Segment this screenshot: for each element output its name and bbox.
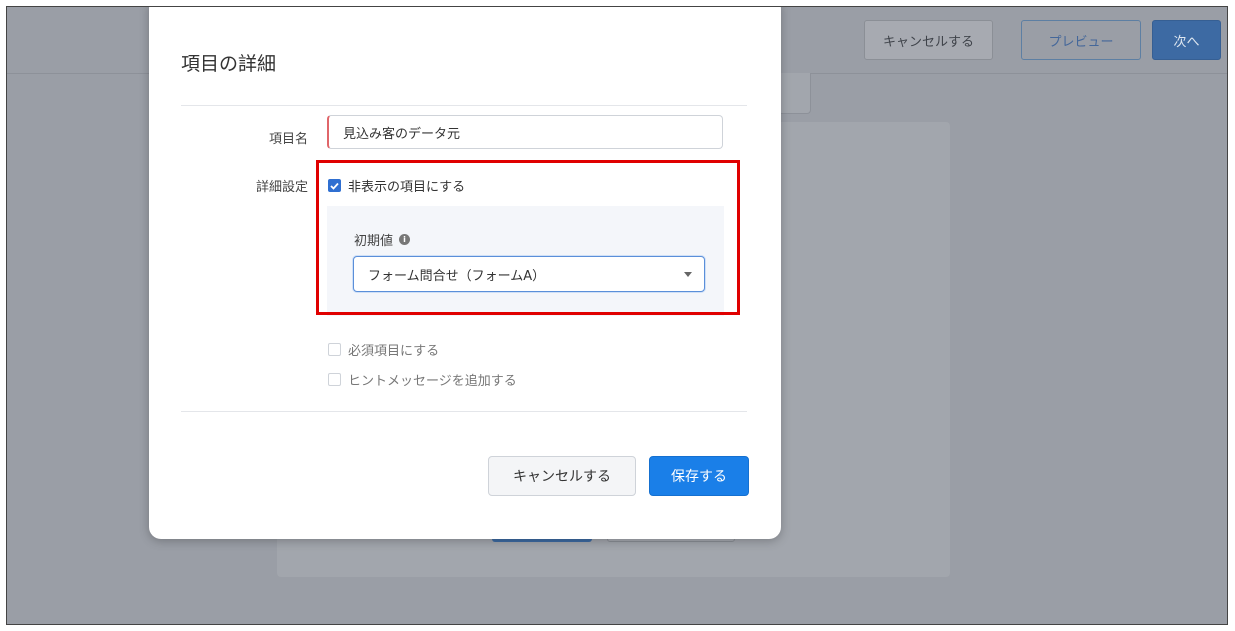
field-detail-modal: 項目の詳細 項目名 見込み客のデータ元 詳細設定 非表示の項目にする 初期値 i xyxy=(149,7,781,539)
required-field-checkbox[interactable] xyxy=(328,343,341,356)
initial-value-selected: フォーム問合せ（フォームA） xyxy=(368,268,546,284)
initial-value-panel: 初期値 i フォーム問合せ（フォームA） xyxy=(327,206,724,316)
hint-message-checkbox[interactable] xyxy=(328,373,341,386)
required-field-label: 必須項目にする xyxy=(348,344,440,359)
info-icon[interactable]: i xyxy=(399,234,411,245)
hint-message-label: ヒントメッセージを追加する xyxy=(348,374,517,389)
field-name-value: 見込み客のデータ元 xyxy=(343,126,461,142)
hidden-field-label: 非表示の項目にする xyxy=(348,180,466,195)
detail-settings-label: 詳細設定 xyxy=(255,180,308,195)
header-cancel-button[interactable]: キャンセルする xyxy=(864,20,993,60)
modal-title: 項目の詳細 xyxy=(181,53,277,75)
header-preview-button[interactable]: プレビュー xyxy=(1021,20,1141,60)
check-icon xyxy=(330,182,339,190)
cancel-button[interactable]: キャンセルする xyxy=(488,456,636,496)
field-name-label: 項目名 xyxy=(268,132,308,147)
initial-value-label-row: 初期値 i xyxy=(354,230,411,249)
chevron-down-icon xyxy=(684,272,692,277)
required-field-option[interactable]: 必須項目にする xyxy=(328,340,439,359)
save-button[interactable]: 保存する xyxy=(649,456,749,496)
hidden-field-checkbox[interactable] xyxy=(328,179,341,192)
field-name-input[interactable]: 見込み客のデータ元 xyxy=(327,115,723,149)
header-next-button[interactable]: 次へ xyxy=(1152,20,1221,60)
initial-value-select[interactable]: フォーム問合せ（フォームA） xyxy=(353,256,705,292)
screenshot-frame: キャンセルする プレビュー 次へ 項目の詳細 項目名 見込み客のデータ元 詳細設… xyxy=(6,6,1228,625)
field-settings-panel: 項目名 見込み客のデータ元 詳細設定 非表示の項目にする 初期値 i フォーム問… xyxy=(181,105,747,412)
initial-value-label: 初期値 xyxy=(354,234,394,249)
hint-message-option[interactable]: ヒントメッセージを追加する xyxy=(328,370,517,389)
hidden-field-option[interactable]: 非表示の項目にする xyxy=(328,176,465,195)
